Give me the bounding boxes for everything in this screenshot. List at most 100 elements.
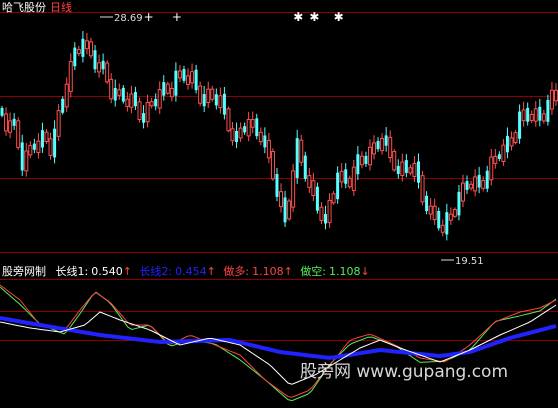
candle-body [258, 131, 263, 143]
candle-body [541, 113, 546, 122]
candle-body [235, 130, 239, 143]
candle-body [68, 61, 73, 92]
candle-body [518, 111, 522, 139]
bear-arrow-icon: ↓ [361, 265, 370, 278]
long2-value: 0.454 [175, 265, 207, 278]
candle-body [32, 143, 36, 150]
candle-body [460, 182, 465, 202]
candle-body [392, 151, 397, 171]
candle-body [36, 140, 41, 154]
candle-body [246, 119, 251, 137]
candle-body [452, 209, 457, 217]
candle-body [202, 94, 206, 107]
candle-body [553, 89, 558, 102]
candle-body [121, 87, 125, 102]
candle-body [513, 132, 518, 144]
candle-body [412, 162, 417, 178]
candle-body [315, 186, 319, 211]
candle-body [347, 177, 352, 188]
candle-body [133, 92, 137, 107]
candle-body [255, 118, 259, 137]
candle-body [331, 193, 336, 204]
candle-body [336, 172, 340, 200]
candle-body [230, 128, 235, 142]
candle-body [380, 138, 385, 152]
candle-body [445, 212, 449, 235]
candle-body [367, 146, 372, 166]
candle-body [303, 155, 307, 179]
candle-body [533, 108, 538, 122]
signal-marker-icon: + [172, 10, 182, 24]
candle-body [182, 69, 186, 81]
candle-body [404, 160, 408, 173]
candle-body [364, 155, 368, 164]
candle-body [509, 137, 514, 147]
candle-body [400, 161, 405, 177]
candle-body [359, 155, 364, 166]
candle-body [263, 135, 267, 148]
candle-body [76, 49, 81, 54]
candle-body [538, 106, 542, 121]
candle-body [526, 107, 530, 122]
candle-body [88, 41, 93, 57]
candle-body [417, 161, 420, 183]
candle-body [238, 127, 243, 139]
candle-body [270, 150, 275, 180]
signal-marker-icon: ✱ [309, 10, 319, 24]
candle-body [408, 167, 413, 174]
candle-body [64, 83, 69, 108]
period-label: 日线 [50, 0, 72, 14]
candle-body [351, 166, 356, 192]
stock-title: 哈飞股份 日线 [2, 0, 72, 14]
candle-body [174, 70, 178, 96]
long2-label: 长线2: [139, 264, 172, 278]
long1-arrow-icon: ↑ [123, 265, 132, 278]
chart-screen: + + ✱ ✱ ✱ 28.69 19.51 哈飞股份 日线 股旁网制 长线1: 0.540↑… [0, 0, 558, 402]
candle-body [428, 205, 433, 215]
candle-body [327, 199, 332, 224]
candle-body [0, 108, 4, 116]
candle-body [324, 213, 327, 224]
candle-body [356, 154, 360, 175]
candle-body [437, 210, 441, 229]
candle-body [287, 200, 292, 220]
candle-body [295, 138, 299, 178]
candle-body [473, 176, 478, 192]
candle-body [8, 120, 13, 133]
signal-marker-icon: + [144, 10, 154, 24]
candle-body [28, 145, 33, 156]
candle-body [198, 85, 203, 104]
stock-name: 哈飞股份 [2, 1, 46, 14]
candle-body [425, 195, 429, 212]
candle-body [384, 135, 388, 146]
candle-body [56, 110, 61, 137]
candle-body [529, 113, 534, 121]
signal-marker-icon: ✱ [293, 10, 303, 24]
bear-line [0, 286, 557, 402]
candle-body [177, 70, 182, 79]
candle-body [388, 136, 393, 159]
candle-body [469, 183, 474, 189]
candle-body [250, 119, 255, 128]
candle-body [448, 213, 453, 221]
candle-body [24, 150, 29, 172]
candle-body [40, 130, 44, 148]
candle-body [283, 197, 287, 223]
candle-body [20, 142, 24, 171]
candle-body [505, 135, 509, 153]
watermark: 股旁网 www.gupang.com [300, 362, 508, 382]
candle-body [61, 98, 65, 113]
low-price-label: 19.51 [455, 256, 484, 267]
indicator-name: 股旁网制 [2, 264, 46, 278]
candle-body [222, 93, 226, 115]
candle-body [145, 101, 150, 123]
candle-body [186, 75, 191, 85]
candle-body [497, 154, 501, 160]
candle-body [93, 50, 97, 70]
candle-body [190, 71, 195, 84]
candle-body [210, 88, 215, 100]
long2-arrow-icon: ↑ [207, 265, 216, 278]
candle-body [101, 60, 105, 70]
candle-body [372, 142, 377, 155]
candle-body [291, 170, 296, 208]
